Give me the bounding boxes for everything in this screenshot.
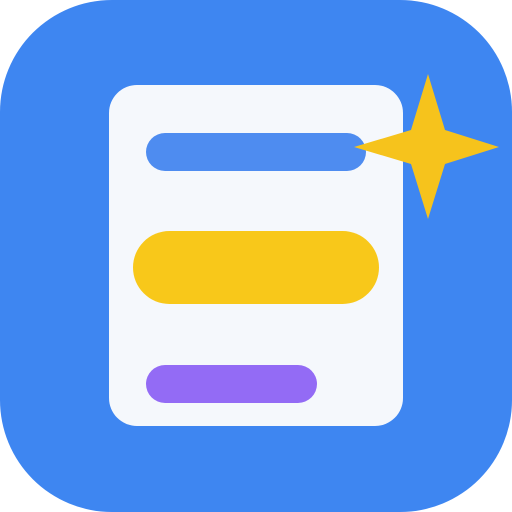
document-line-middle <box>133 231 379 304</box>
app-icon <box>0 0 512 512</box>
document-line-top <box>146 133 366 171</box>
document-line-bottom <box>146 365 317 403</box>
